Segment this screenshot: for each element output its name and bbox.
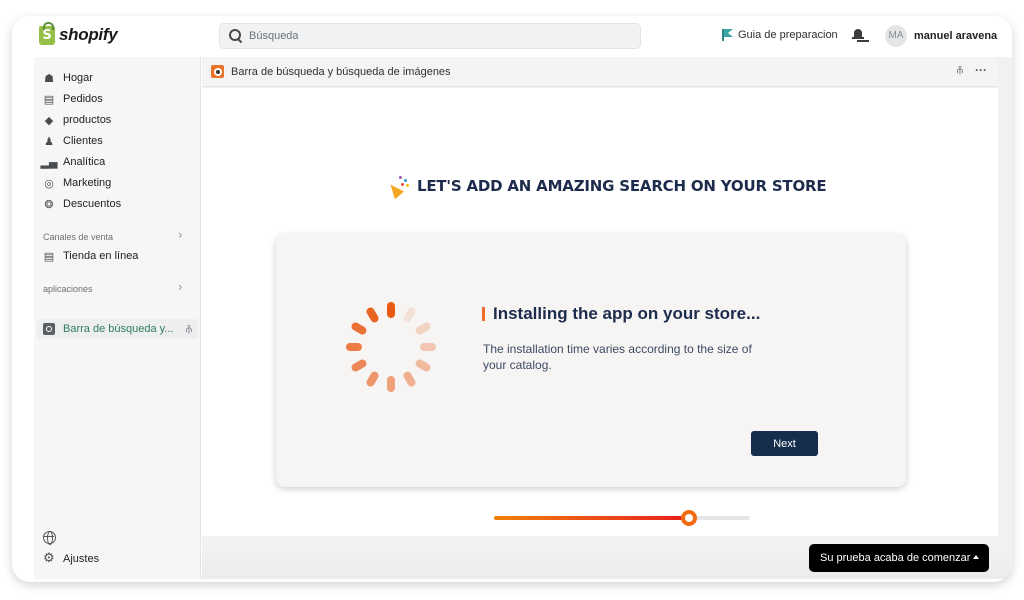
home-icon: ☗ (44, 71, 54, 85)
install-description: The installation time varies according t… (483, 342, 752, 372)
top-bar: S shopify Guia de preparacion MA manuel … (12, 16, 1012, 56)
app-logo-icon (211, 65, 224, 78)
shopify-logo[interactable]: S shopify (39, 21, 118, 45)
sidebar-item-label: Analítica (63, 156, 106, 168)
spinner-segment (420, 343, 436, 351)
app-title: Barra de búsqueda y búsqueda de imágenes (231, 65, 451, 78)
app-window: S shopify Guia de preparacion MA manuel … (12, 16, 1012, 582)
trial-label: Su prueba acaba de comenzar (820, 552, 971, 564)
spinner-segment (387, 376, 395, 392)
search-bar[interactable] (219, 23, 641, 49)
hero-heading: LET'S ADD AN AMAZING SEARCH ON YOUR STOR… (387, 175, 827, 197)
avatar[interactable]: MA (885, 25, 907, 47)
sidebar-item-products[interactable]: ◆ productos (34, 110, 201, 130)
settings-label: Ajustes (63, 553, 100, 565)
sidebar-item-marketing[interactable]: ◎ Marketing (34, 173, 201, 193)
next-button[interactable]: Next (751, 431, 818, 456)
pin-icon[interactable]: ⫚ (186, 324, 192, 335)
sidebar-item-label: Marketing (63, 177, 112, 189)
target-icon: ◎ (44, 176, 54, 190)
spinner-segment (402, 370, 417, 388)
main-content: Barra de búsqueda y búsqueda de imágenes… (202, 57, 1012, 579)
party-popper-icon (387, 175, 409, 197)
spinner-segment (365, 370, 380, 388)
progress-fill (494, 516, 689, 520)
bell-icon[interactable] (852, 28, 864, 42)
person-icon: ♟ (44, 134, 54, 148)
sidebar-item-label: Barra de búsqueda y... (63, 323, 174, 335)
spinner-segment (365, 306, 380, 324)
chevron-right-icon[interactable]: › (178, 228, 183, 242)
sidebar-item-analytics[interactable]: ▂▄ Analítica (34, 152, 201, 172)
spinner-segment (402, 306, 417, 324)
spinner-segment (350, 358, 368, 373)
install-title: Installing the app on your store... (482, 304, 760, 324)
app-header: Barra de búsqueda y búsqueda de imágenes… (202, 57, 998, 87)
hero-title: LET'S ADD AN AMAZING SEARCH ON YOUR STOR… (417, 177, 827, 195)
app-canvas: LET'S ADD AN AMAZING SEARCH ON YOUR STOR… (202, 88, 998, 536)
discount-icon: ❂ (44, 197, 54, 211)
sidebar-item-home[interactable]: ☗ Hogar (34, 68, 201, 88)
spinner-segment (350, 321, 368, 336)
tag-icon: ◆ (44, 113, 54, 127)
progress-knob (680, 510, 697, 526)
setup-guide-label: Guia de preparacion (738, 29, 838, 41)
trial-banner-button[interactable]: Su prueba acaba de comenzar (809, 544, 989, 572)
sales-channels-label: Canales de venta (43, 232, 114, 242)
loading-spinner-icon (346, 302, 436, 392)
more-options-icon[interactable]: ··· (975, 63, 987, 77)
sidebar-item-label: Clientes (63, 135, 103, 147)
apps-label: aplicaciones (43, 284, 93, 294)
sidebar-item-label: Tienda en línea (63, 250, 139, 262)
spinner-segment (414, 321, 432, 336)
chevron-right-icon[interactable]: › (178, 280, 183, 294)
sidebar-item-label: Descuentos (63, 198, 122, 210)
pin-icon[interactable]: ⫚ (957, 65, 963, 76)
sidebar-item-settings[interactable]: ⚙ Ajustes (43, 551, 100, 566)
store-icon: ▤ (43, 249, 55, 263)
caret-up-icon (973, 555, 979, 559)
bar-chart-icon: ▂▄ (40, 155, 58, 169)
search-icon (229, 29, 243, 43)
sidebar-item-online-store[interactable]: ▤ Tienda en línea (34, 246, 201, 266)
brand-name: shopify (59, 25, 118, 44)
sidebar-item-search-app[interactable]: Barra de búsqueda y... ⫚ (37, 319, 198, 339)
sidebar-item-discounts[interactable]: ❂ Descuentos (34, 194, 201, 214)
sidebar-item-orders[interactable]: ▤ Pedidos (34, 89, 201, 109)
setup-guide-link[interactable]: Guia de preparacion (722, 29, 838, 41)
gear-icon: ⚙ (43, 551, 55, 566)
spinner-segment (346, 343, 362, 351)
shopify-bag-icon: S (39, 21, 55, 45)
sidebar-item-label: Hogar (63, 72, 93, 84)
app-search-icon (43, 323, 55, 335)
sidebar: ☗ Hogar ▤ Pedidos ◆ productos ♟ Clientes… (34, 57, 201, 579)
progress-bar (494, 510, 750, 526)
search-input[interactable] (249, 30, 629, 42)
spinner-segment (414, 358, 432, 373)
flag-icon (722, 29, 733, 41)
globe-icon[interactable] (43, 531, 56, 545)
sidebar-item-label: productos (63, 114, 112, 126)
orders-icon: ▤ (43, 92, 55, 106)
sidebar-item-customers[interactable]: ♟ Clientes (34, 131, 201, 151)
sidebar-item-label: Pedidos (63, 93, 103, 105)
user-name[interactable]: manuel aravena (914, 30, 997, 42)
spinner-segment (387, 302, 395, 318)
install-card: Installing the app on your store... The … (276, 234, 906, 487)
